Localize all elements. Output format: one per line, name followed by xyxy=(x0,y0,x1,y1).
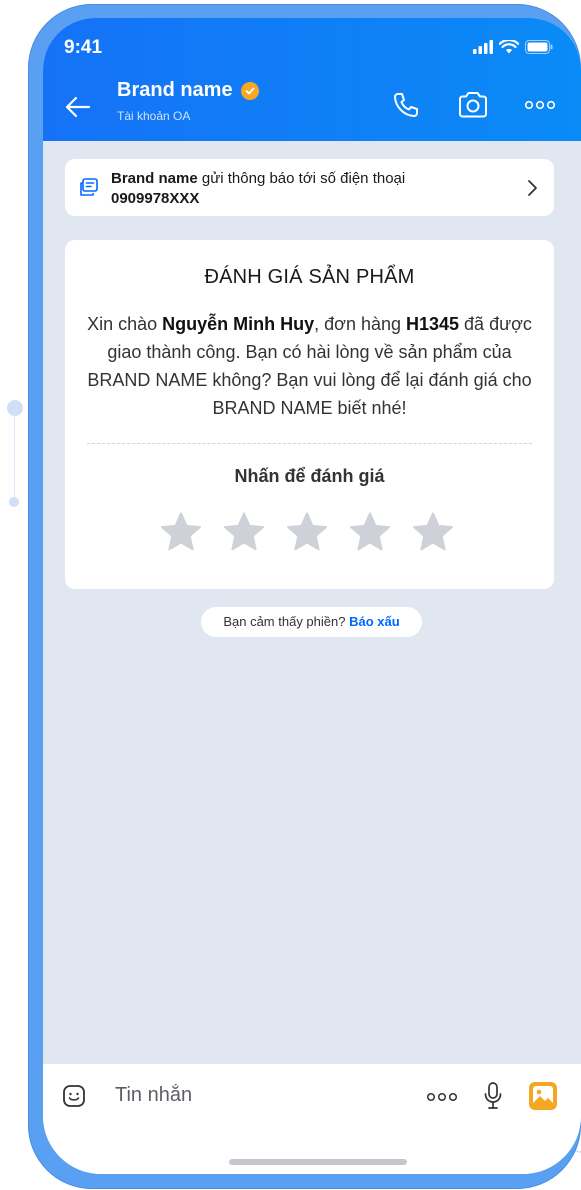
status-time: 9:41 xyxy=(64,37,103,58)
emoji-icon[interactable] xyxy=(62,1084,86,1108)
chevron-right-icon[interactable] xyxy=(526,179,538,197)
customer-name: Nguyễn Minh Huy xyxy=(162,314,315,334)
order-id: H1345 xyxy=(406,314,460,334)
image-icon[interactable] xyxy=(529,1082,557,1110)
phone-icon[interactable] xyxy=(389,88,423,122)
back-arrow-icon[interactable] xyxy=(63,92,93,122)
camera-icon[interactable] xyxy=(456,88,490,122)
report-text: Bạn cảm thấy phiền? xyxy=(223,614,350,629)
notice-text: Brand name gửi thông báo tới số điện tho… xyxy=(111,169,511,209)
notice-brand: Brand name xyxy=(111,170,198,187)
star-icon-5[interactable] xyxy=(411,510,455,554)
card-divider xyxy=(87,443,532,444)
more-options-icon[interactable] xyxy=(426,1092,458,1102)
notice-message: gửi thông báo tới số điện thoại xyxy=(197,170,406,187)
battery-icon xyxy=(525,40,553,54)
greeting-text: Xin chào xyxy=(87,314,163,334)
brand-title-row[interactable]: Brand name xyxy=(117,79,259,102)
mic-icon[interactable] xyxy=(483,1081,503,1111)
card-title: ĐÁNH GIÁ SẢN PHẨM xyxy=(204,266,415,288)
decorative-line xyxy=(14,410,15,502)
message-input-bar xyxy=(43,1063,581,1174)
status-icons xyxy=(473,40,553,54)
rate-label: Nhấn để đánh giá xyxy=(234,466,385,486)
wifi-icon xyxy=(499,40,519,54)
star-icon-2[interactable] xyxy=(222,510,266,554)
home-indicator xyxy=(229,1159,407,1165)
star-icon-1[interactable] xyxy=(159,510,203,554)
notice-icon xyxy=(80,178,98,196)
account-type-label: Tài khoản OA xyxy=(117,109,191,123)
phone-screen: 9:41 Brand name Tài khoản OA Brand name … xyxy=(43,18,581,1174)
card-message: Xin chào Nguyễn Minh Huy, đơn hàng H1345… xyxy=(87,310,532,422)
verified-icon xyxy=(240,81,259,100)
star-rating xyxy=(159,510,455,554)
rating-card: ĐÁNH GIÁ SẢN PHẨM Xin chào Nguyễn Minh H… xyxy=(65,240,554,589)
brand-name: Brand name xyxy=(117,79,233,101)
phone-notice-banner[interactable]: Brand name gửi thông báo tới số điện tho… xyxy=(65,159,554,216)
more-icon[interactable] xyxy=(523,88,557,122)
star-icon-4[interactable] xyxy=(348,510,392,554)
star-icon-3[interactable] xyxy=(285,510,329,554)
signal-icon xyxy=(473,40,493,54)
message-input[interactable] xyxy=(113,1076,397,1114)
report-link[interactable]: Báo xấu xyxy=(349,614,400,629)
status-bar: 9:41 xyxy=(43,18,581,74)
decorative-dot-top xyxy=(7,400,23,416)
decorative-dot-bottom xyxy=(9,497,19,507)
report-pill: Bạn cảm thấy phiền? Báo xấu xyxy=(201,607,422,637)
notice-phone: 0909978XXX xyxy=(111,190,200,207)
chat-header: 9:41 Brand name Tài khoản OA xyxy=(43,18,581,141)
order-prefix: , đơn hàng xyxy=(314,314,406,334)
